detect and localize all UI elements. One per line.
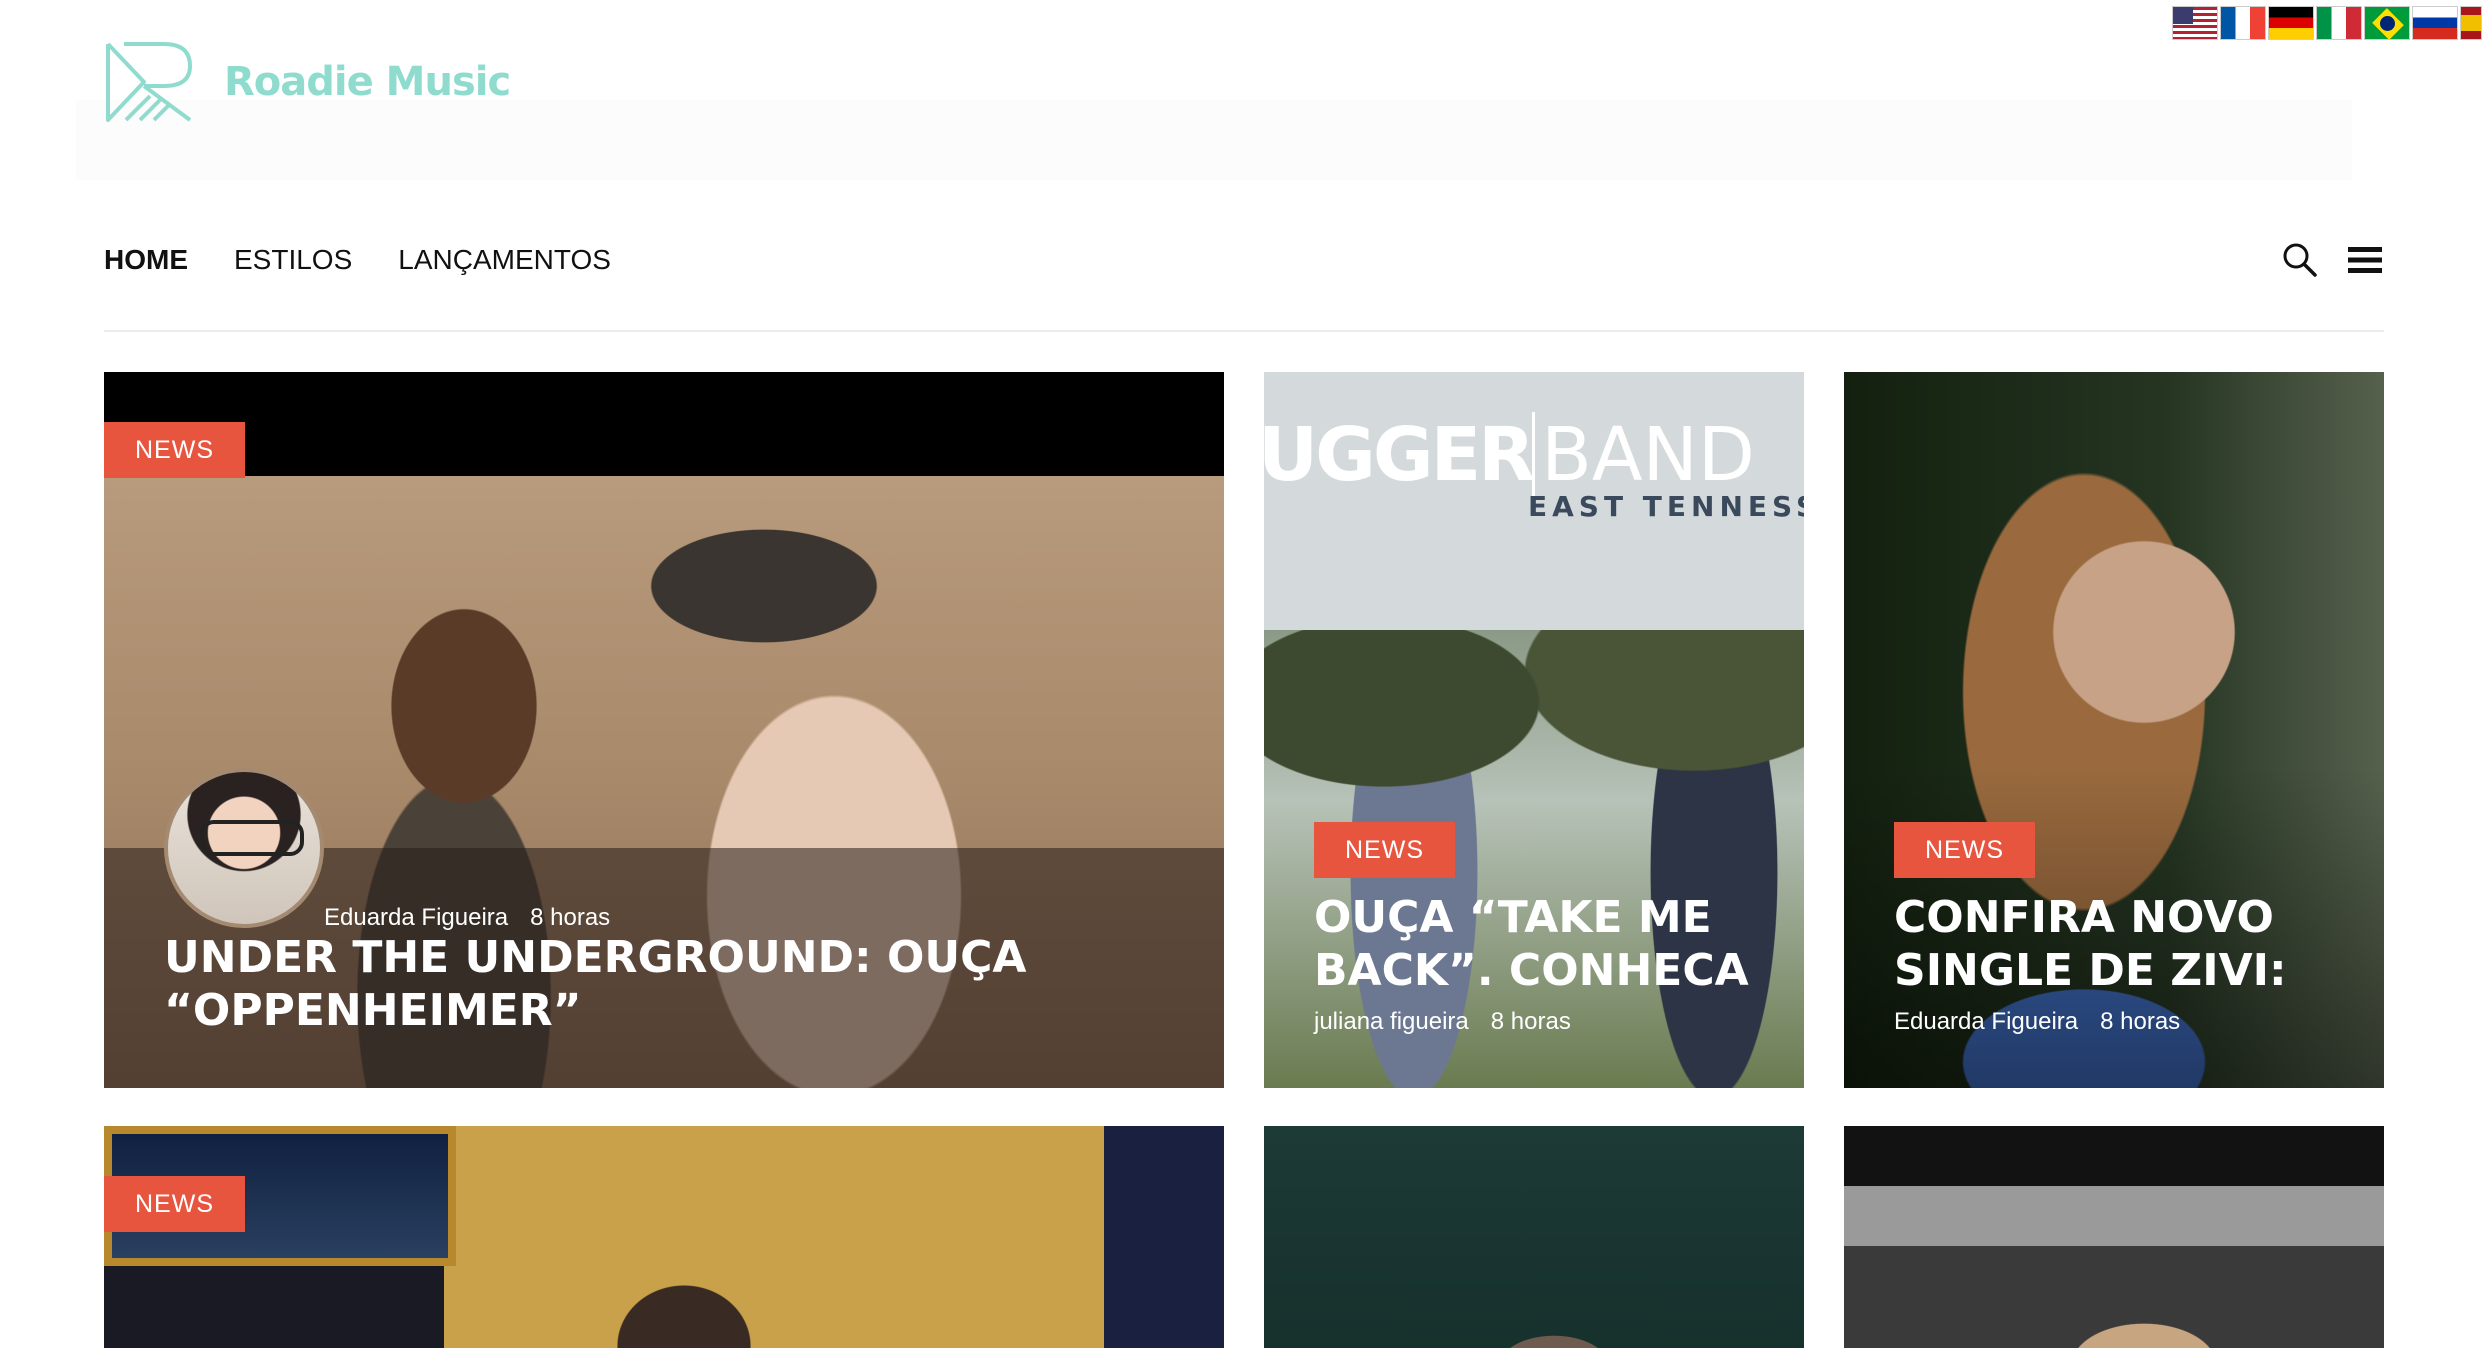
brazilian-flag[interactable] — [2364, 6, 2410, 40]
page: Roadie Music HOME ESTILOS LANÇAMENTOS NE… — [0, 0, 2482, 1348]
image-band-title: UGGER BAND — [1264, 412, 1755, 498]
author-avatar[interactable] — [164, 768, 324, 928]
site-name: Roadie Music — [224, 59, 511, 105]
russian-flag[interactable] — [2412, 6, 2458, 40]
article-card[interactable] — [1844, 1126, 2384, 1348]
category-badge[interactable]: NEWS — [104, 1176, 245, 1232]
nav-item-home[interactable]: HOME — [104, 244, 188, 276]
article-title[interactable]: OUÇA “TAKE ME BACK”. CONHECA — [1314, 892, 1794, 998]
article-card[interactable]: NEWS CONFIRA NOVO SINGLE DE ZIVI: Eduard… — [1844, 372, 2384, 1088]
italian-flag[interactable] — [2316, 6, 2362, 40]
nav-item-estilos[interactable]: ESTILOS — [234, 244, 352, 276]
category-badge[interactable]: NEWS — [1894, 822, 2035, 878]
featured-article-card[interactable]: NEWS Eduarda Figueira 8 horas UNDER THE … — [104, 372, 1224, 1088]
article-meta: juliana figueira 8 horas — [1314, 1008, 1571, 1036]
category-badge[interactable]: NEWS — [104, 422, 245, 478]
article-image — [1264, 1126, 1804, 1348]
author-name[interactable]: juliana figueira — [1314, 1008, 1469, 1036]
post-time: 8 horas — [530, 904, 611, 931]
author-name[interactable]: Eduarda Figueira — [324, 904, 508, 932]
search-icon[interactable] — [2282, 242, 2318, 278]
logo-mark-icon — [106, 42, 192, 122]
post-time: 8 horas — [1490, 1008, 1571, 1035]
german-flag[interactable] — [2268, 6, 2314, 40]
post-time: 8 horas — [2100, 1008, 2181, 1035]
article-card[interactable]: NEWS — [104, 1126, 1224, 1348]
nav-actions — [2282, 242, 2382, 278]
site-logo[interactable]: Roadie Music — [104, 42, 511, 122]
french-flag[interactable] — [2220, 6, 2266, 40]
article-card[interactable] — [1264, 1126, 1804, 1348]
article-card[interactable]: UGGERBAND EAST TENNESSEE S NEWS OUÇA “TA… — [1264, 372, 1804, 1088]
article-image — [1844, 1126, 2384, 1348]
article-title[interactable]: CONFIRA NOVO SINGLE DE ZIVI: — [1894, 892, 2374, 998]
image-band-subtitle: EAST TENNESSEE S — [1528, 490, 1804, 523]
nav-divider — [104, 330, 2384, 332]
spanish-flag[interactable] — [2460, 6, 2482, 40]
article-meta: Eduarda Figueira 8 horas — [1894, 1008, 2180, 1036]
nav-item-lancamentos[interactable]: LANÇAMENTOS — [398, 244, 611, 276]
author-name[interactable]: Eduarda Figueira — [1894, 1008, 2078, 1036]
language-selector — [2172, 6, 2482, 40]
article-meta: Eduarda Figueira 8 horas — [324, 904, 610, 932]
english-flag[interactable] — [2172, 6, 2218, 40]
article-title[interactable]: UNDER THE UNDERGROUND: OUÇA “OPPENHEIMER… — [164, 932, 1164, 1038]
category-badge[interactable]: NEWS — [1314, 822, 1455, 878]
menu-icon[interactable] — [2348, 245, 2382, 275]
main-nav: HOME ESTILOS LANÇAMENTOS — [104, 244, 611, 276]
